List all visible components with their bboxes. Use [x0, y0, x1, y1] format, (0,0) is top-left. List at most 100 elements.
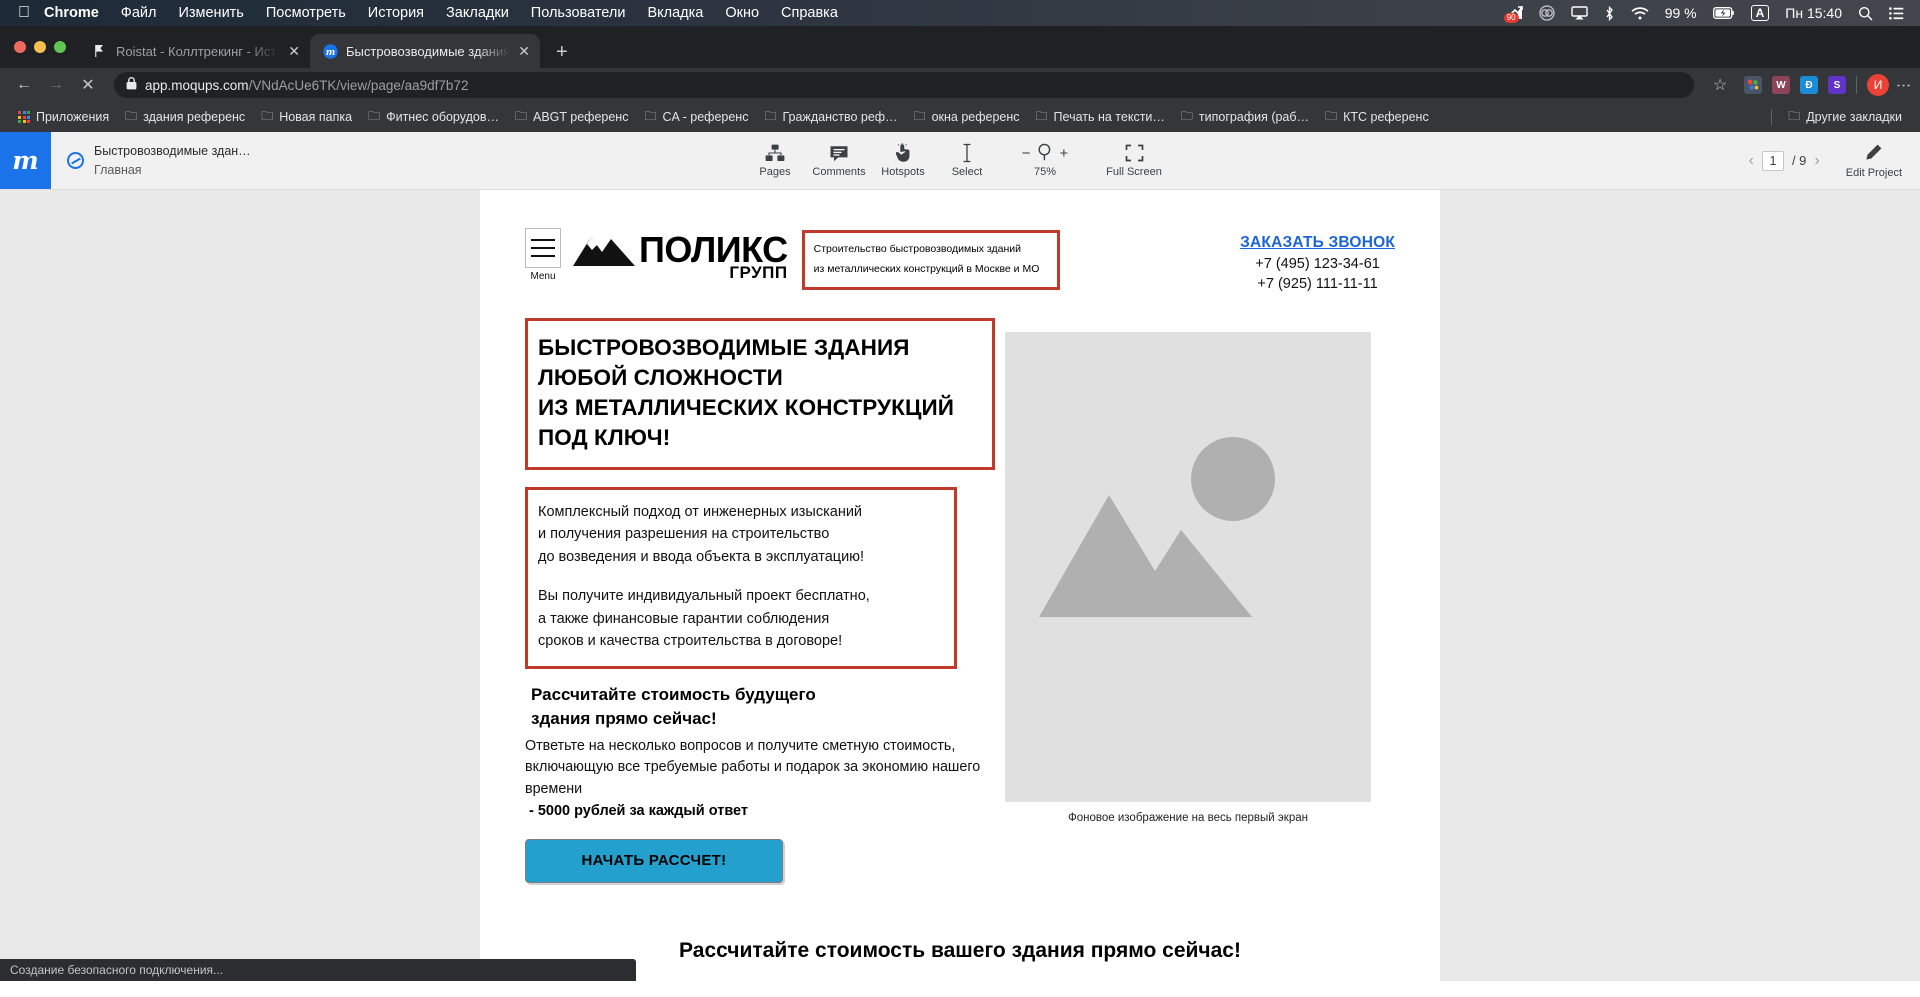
- bookmark-label: Гражданство реф…: [782, 110, 898, 124]
- tool-pages[interactable]: Pages: [743, 143, 807, 178]
- description-box: Комплексный подход от инженерных изыскан…: [525, 486, 957, 669]
- clock[interactable]: Пн 15:40: [1785, 5, 1842, 21]
- description-line-4: Вы получите индивидуальный проект беспла…: [538, 588, 870, 605]
- bookmark-folder-3[interactable]: 🗀 Фитнес оборудов…: [360, 104, 507, 131]
- close-window-button[interactable]: [14, 41, 26, 53]
- phone-secondary[interactable]: +7 (925) 111-11-11: [1240, 276, 1395, 292]
- current-page-input[interactable]: 1: [1761, 150, 1784, 171]
- macos-menu-bar:  Chrome Файл Изменить Посмотреть Истори…: [0, 0, 1920, 26]
- bookmark-label: Приложения: [36, 110, 110, 124]
- battery-icon[interactable]: [1712, 7, 1735, 19]
- calculator-bonus: - 5000 рублей за каждый ответ: [529, 802, 749, 819]
- control-center-icon[interactable]: [1889, 6, 1904, 20]
- folder-icon: 🗀: [1035, 108, 1048, 123]
- bookmark-label: Новая папка: [279, 110, 353, 124]
- tool-label: Hotspots: [881, 166, 925, 178]
- wifi-icon[interactable]: [1631, 6, 1649, 20]
- phone-primary[interactable]: +7 (495) 123-34-61: [1240, 256, 1395, 272]
- lock-icon: [126, 77, 137, 93]
- bookmark-folder-5[interactable]: 🗀 CA - референс: [636, 104, 756, 131]
- stop-loading-button[interactable]: ✕: [74, 71, 102, 99]
- zoom-control[interactable]: − + 75%: [999, 143, 1091, 178]
- maximize-window-button[interactable]: [54, 41, 66, 53]
- forward-button[interactable]: →: [42, 71, 70, 99]
- prev-page-button[interactable]: ‹: [1749, 152, 1754, 170]
- menu-tab[interactable]: Вкладка: [647, 5, 703, 21]
- tool-label: Full Screen: [1106, 166, 1162, 178]
- spotlight-search-icon[interactable]: [1858, 6, 1873, 21]
- minimize-window-button[interactable]: [34, 41, 46, 53]
- address-bar[interactable]: app.moqups.com/VNdAcUe6TK/view/page/aa9d…: [114, 72, 1694, 98]
- headline-box: БЫСТРОВОЗВОДИМЫЕ ЗДАНИЯ ЛЮБОЙ СЛОЖНОСТИ …: [525, 318, 995, 470]
- edit-project-label: Edit Project: [1845, 166, 1902, 179]
- canvas-background-right: [1440, 190, 1920, 981]
- macos-status-items: 90 99 % A Пн 15:40: [1503, 5, 1910, 23]
- zoom-in-button[interactable]: +: [1060, 145, 1069, 162]
- browser-tab-moqups[interactable]: m Быстровозводимые здания (П ✕: [310, 34, 540, 68]
- menu-bookmarks[interactable]: Закладки: [446, 5, 509, 21]
- edit-project-button[interactable]: Edit Project: [1846, 143, 1902, 179]
- document-page-name: Главная: [94, 162, 142, 177]
- zoom-level-label: 75%: [1033, 166, 1057, 178]
- contact-block: ЗАКАЗАТЬ ЗВОНОК +7 (495) 123-34-61 +7 (9…: [1240, 228, 1395, 292]
- menu-chrome[interactable]: Chrome: [44, 5, 99, 21]
- extension-bitly[interactable]: Ð: [1800, 76, 1818, 94]
- extension-similarweb[interactable]: S: [1828, 76, 1846, 94]
- browser-toolbar: ← → ✕ app.moqups.com/VNdAcUe6TK/view/pag…: [0, 68, 1920, 102]
- input-source-icon[interactable]: A: [1750, 5, 1770, 21]
- apple-logo-icon[interactable]: : [18, 5, 30, 21]
- order-call-link[interactable]: ЗАКАЗАТЬ ЗВОНОК: [1240, 234, 1395, 252]
- bookmark-folder-6[interactable]: 🗀 Гражданство реф…: [756, 104, 905, 131]
- tool-hotspots[interactable]: Hotspots: [871, 143, 935, 178]
- menu-edit[interactable]: Изменить: [178, 5, 243, 21]
- moqups-logo[interactable]: m: [0, 132, 51, 189]
- tool-select[interactable]: Select: [935, 143, 999, 178]
- bookmarks-bar: Приложения 🗀 здания референс 🗀 Новая папка…: [0, 102, 1920, 132]
- toolbar-actions: ☆ W Ð S И ⋮: [1706, 71, 1912, 99]
- menu-history[interactable]: История: [368, 5, 424, 21]
- adobe-creative-cloud-icon[interactable]: [1538, 5, 1555, 21]
- profile-avatar[interactable]: И: [1867, 74, 1889, 96]
- bookmark-folder-2[interactable]: 🗀 Новая папка: [253, 104, 360, 131]
- bluetooth-icon[interactable]: [1604, 5, 1615, 21]
- mockup-page: Menu ПОЛИКС ГРУПП Строительство быстрово…: [480, 190, 1440, 981]
- bookmark-folder-8[interactable]: 🗀 Печать на тексти…: [1028, 104, 1173, 131]
- menu-help[interactable]: Справка: [781, 5, 838, 21]
- bookmark-label: ABGT референс: [532, 110, 629, 124]
- tool-fullscreen[interactable]: Full Screen: [1091, 143, 1177, 178]
- moqups-favicon: m: [322, 43, 338, 59]
- bookmark-folder-10[interactable]: 🗀 КТС референс: [1317, 104, 1437, 131]
- bookmark-folder-4[interactable]: 🗀 ABGT референс: [507, 104, 637, 131]
- airplay-icon[interactable]: [1570, 6, 1588, 20]
- menu-window[interactable]: Окно: [725, 5, 759, 21]
- bookmark-folder-9[interactable]: 🗀 типография (раб…: [1173, 104, 1317, 131]
- bookmark-folder-7[interactable]: 🗀 окна референс: [906, 104, 1028, 131]
- menu-view[interactable]: Посмотреть: [266, 5, 346, 21]
- menu-file[interactable]: Файл: [121, 5, 157, 21]
- bookmark-other[interactable]: 🗀 Другие закладки: [1780, 104, 1910, 131]
- menu-profiles[interactable]: Пользователи: [531, 5, 626, 21]
- extension-wappalyzer[interactable]: W: [1772, 76, 1790, 94]
- menu-button[interactable]: Menu: [525, 228, 561, 282]
- bookmark-folder-1[interactable]: 🗀 здания референс: [117, 104, 253, 131]
- roistat-icon[interactable]: 90: [1503, 6, 1523, 23]
- zoom-out-button[interactable]: −: [1022, 145, 1031, 162]
- bookmark-label: Фитнес оборудов…: [386, 110, 499, 124]
- back-button[interactable]: ←: [10, 71, 38, 99]
- browser-tab-roistat[interactable]: Roistat - Коллтрекинг - Истор ✕: [80, 34, 310, 68]
- moqups-toolbar: Pages Comments Hotspots Select − + 75% F…: [743, 132, 1177, 189]
- tool-comments[interactable]: Comments: [807, 143, 871, 178]
- folder-icon: 🗀: [261, 108, 274, 123]
- kebab-menu-icon[interactable]: ⋮: [1895, 78, 1912, 93]
- extension-colorzilla[interactable]: [1744, 76, 1762, 94]
- start-calculation-button[interactable]: НАЧАТЬ РАССЧЕТ!: [525, 838, 783, 883]
- close-tab-button[interactable]: ✕: [288, 44, 300, 58]
- site-logo[interactable]: ПОЛИКС ГРУПП: [571, 228, 788, 281]
- bookmark-apps[interactable]: Приложения: [10, 107, 117, 127]
- fullscreen-icon: [1125, 143, 1144, 163]
- new-tab-button[interactable]: +: [540, 42, 584, 68]
- next-page-button[interactable]: ›: [1814, 152, 1819, 170]
- bookmark-star-icon[interactable]: ☆: [1706, 71, 1734, 99]
- close-tab-button[interactable]: ✕: [518, 44, 530, 58]
- tool-label: Pages: [759, 166, 791, 178]
